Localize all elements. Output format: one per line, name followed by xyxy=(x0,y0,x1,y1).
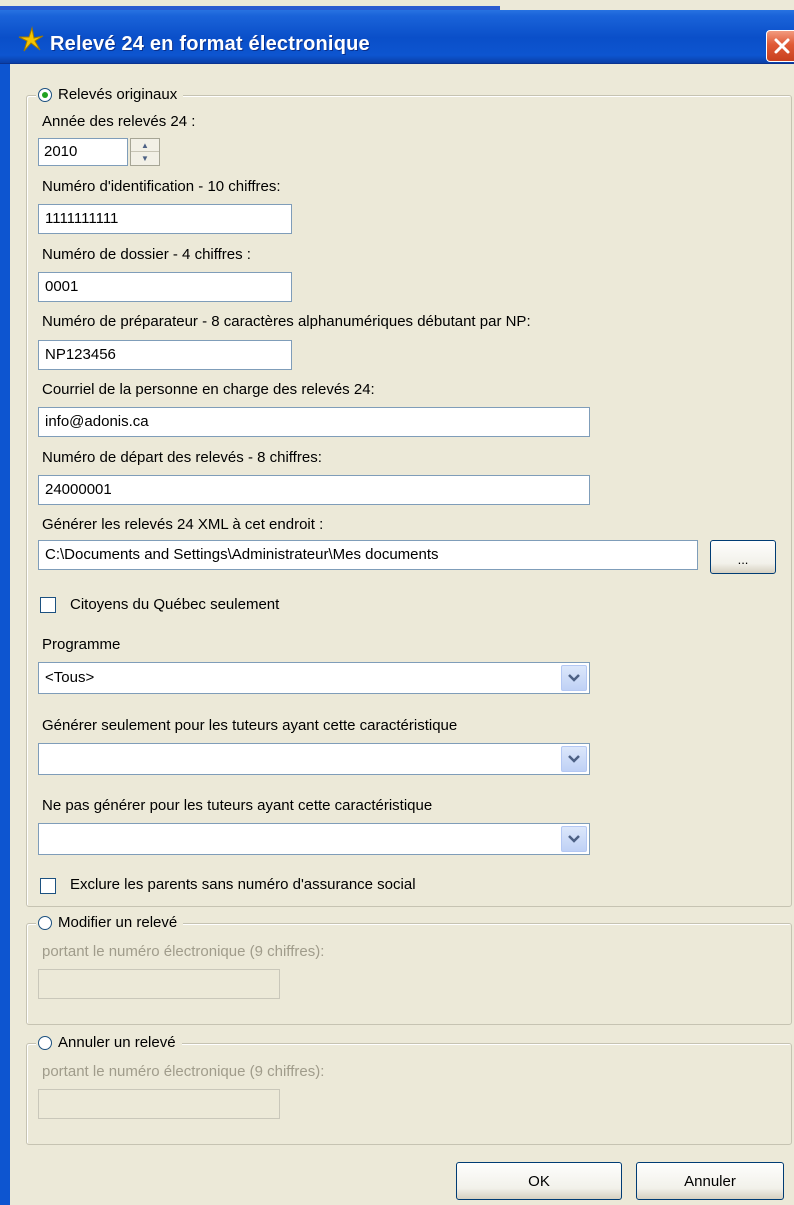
path-label: Générer les relevés 24 XML à cet endroit… xyxy=(42,516,324,533)
id-label: Numéro d'identification - 10 chiffres: xyxy=(42,178,281,195)
cancel-button[interactable]: Annuler xyxy=(636,1162,784,1200)
chevron-down-icon[interactable] xyxy=(561,746,587,772)
modify-radio-label: Modifier un relevé xyxy=(58,914,178,931)
cancel-record-radio[interactable]: Annuler un relevé xyxy=(36,1034,182,1051)
ok-button[interactable]: OK xyxy=(456,1162,622,1200)
exclude-tutors-select[interactable] xyxy=(38,823,590,855)
modify-number-input[interactable] xyxy=(38,969,280,999)
modify-radio[interactable]: Modifier un relevé xyxy=(36,914,184,931)
path-input[interactable]: C:\Documents and Settings\Administrateur… xyxy=(38,540,698,570)
title-bar: Relevé 24 en format électronique xyxy=(0,0,794,64)
year-label: Année des relevés 24 : xyxy=(42,113,196,130)
chevron-down-icon[interactable] xyxy=(561,826,587,852)
start-number-input[interactable]: 24000001 xyxy=(38,475,590,505)
id-input[interactable]: 1111111111 xyxy=(38,204,292,234)
email-input[interactable]: info@adonis.ca xyxy=(38,407,590,437)
cancel-record-number-input[interactable] xyxy=(38,1089,280,1119)
radio-cancel-record[interactable] xyxy=(38,1035,52,1050)
program-value: <Tous> xyxy=(45,669,95,686)
quebec-only-label: Citoyens du Québec seulement xyxy=(70,596,280,613)
close-icon xyxy=(774,38,790,54)
chevron-down-icon[interactable] xyxy=(561,665,587,691)
file-input[interactable]: 0001 xyxy=(38,272,292,302)
year-value: 2010 xyxy=(44,143,78,160)
year-spinner-input[interactable]: 2010 xyxy=(38,138,128,166)
program-select[interactable]: <Tous> xyxy=(38,662,590,694)
exclude-tutors-label: Ne pas générer pour les tuteurs ayant ce… xyxy=(42,797,433,814)
email-label: Courriel de la personne en charge des re… xyxy=(42,381,375,398)
title-top-edge xyxy=(0,0,794,10)
originals-radio-label: Relevés originaux xyxy=(58,86,178,103)
file-label: Numéro de dossier - 4 chiffres : xyxy=(42,246,251,263)
radio-originals-checked[interactable] xyxy=(38,87,52,102)
only-tutors-label: Générer seulement pour les tuteurs ayant… xyxy=(42,717,458,734)
spin-down-icon[interactable]: ▼ xyxy=(131,152,159,165)
window-frame-left xyxy=(0,64,10,1205)
exclude-parents-label: Exclure les parents sans numéro d'assura… xyxy=(70,876,416,893)
exclude-parents-checkbox[interactable] xyxy=(40,878,56,894)
radio-modify[interactable] xyxy=(38,915,52,930)
spin-up-icon[interactable]: ▲ xyxy=(131,139,159,152)
preparer-input[interactable]: NP123456 xyxy=(38,340,292,370)
modify-sub-label: portant le numéro électronique (9 chiffr… xyxy=(42,943,325,960)
window-title: Relevé 24 en format électronique xyxy=(50,33,370,55)
program-label: Programme xyxy=(42,636,121,653)
close-button[interactable] xyxy=(766,30,794,62)
cancel-record-sub-label: portant le numéro électronique (9 chiffr… xyxy=(42,1063,325,1080)
quebec-only-checkbox[interactable] xyxy=(40,597,56,613)
start-number-label: Numéro de départ des relevés - 8 chiffre… xyxy=(42,449,322,466)
preparer-label: Numéro de préparateur - 8 caractères alp… xyxy=(42,313,531,330)
originals-radio[interactable]: Relevés originaux xyxy=(36,86,184,103)
only-tutors-select[interactable] xyxy=(38,743,590,775)
cancel-record-radio-label: Annuler un relevé xyxy=(58,1034,176,1051)
browse-button[interactable]: ... xyxy=(710,540,776,574)
year-spinner-buttons[interactable]: ▲ ▼ xyxy=(130,138,160,166)
app-icon xyxy=(18,26,44,52)
